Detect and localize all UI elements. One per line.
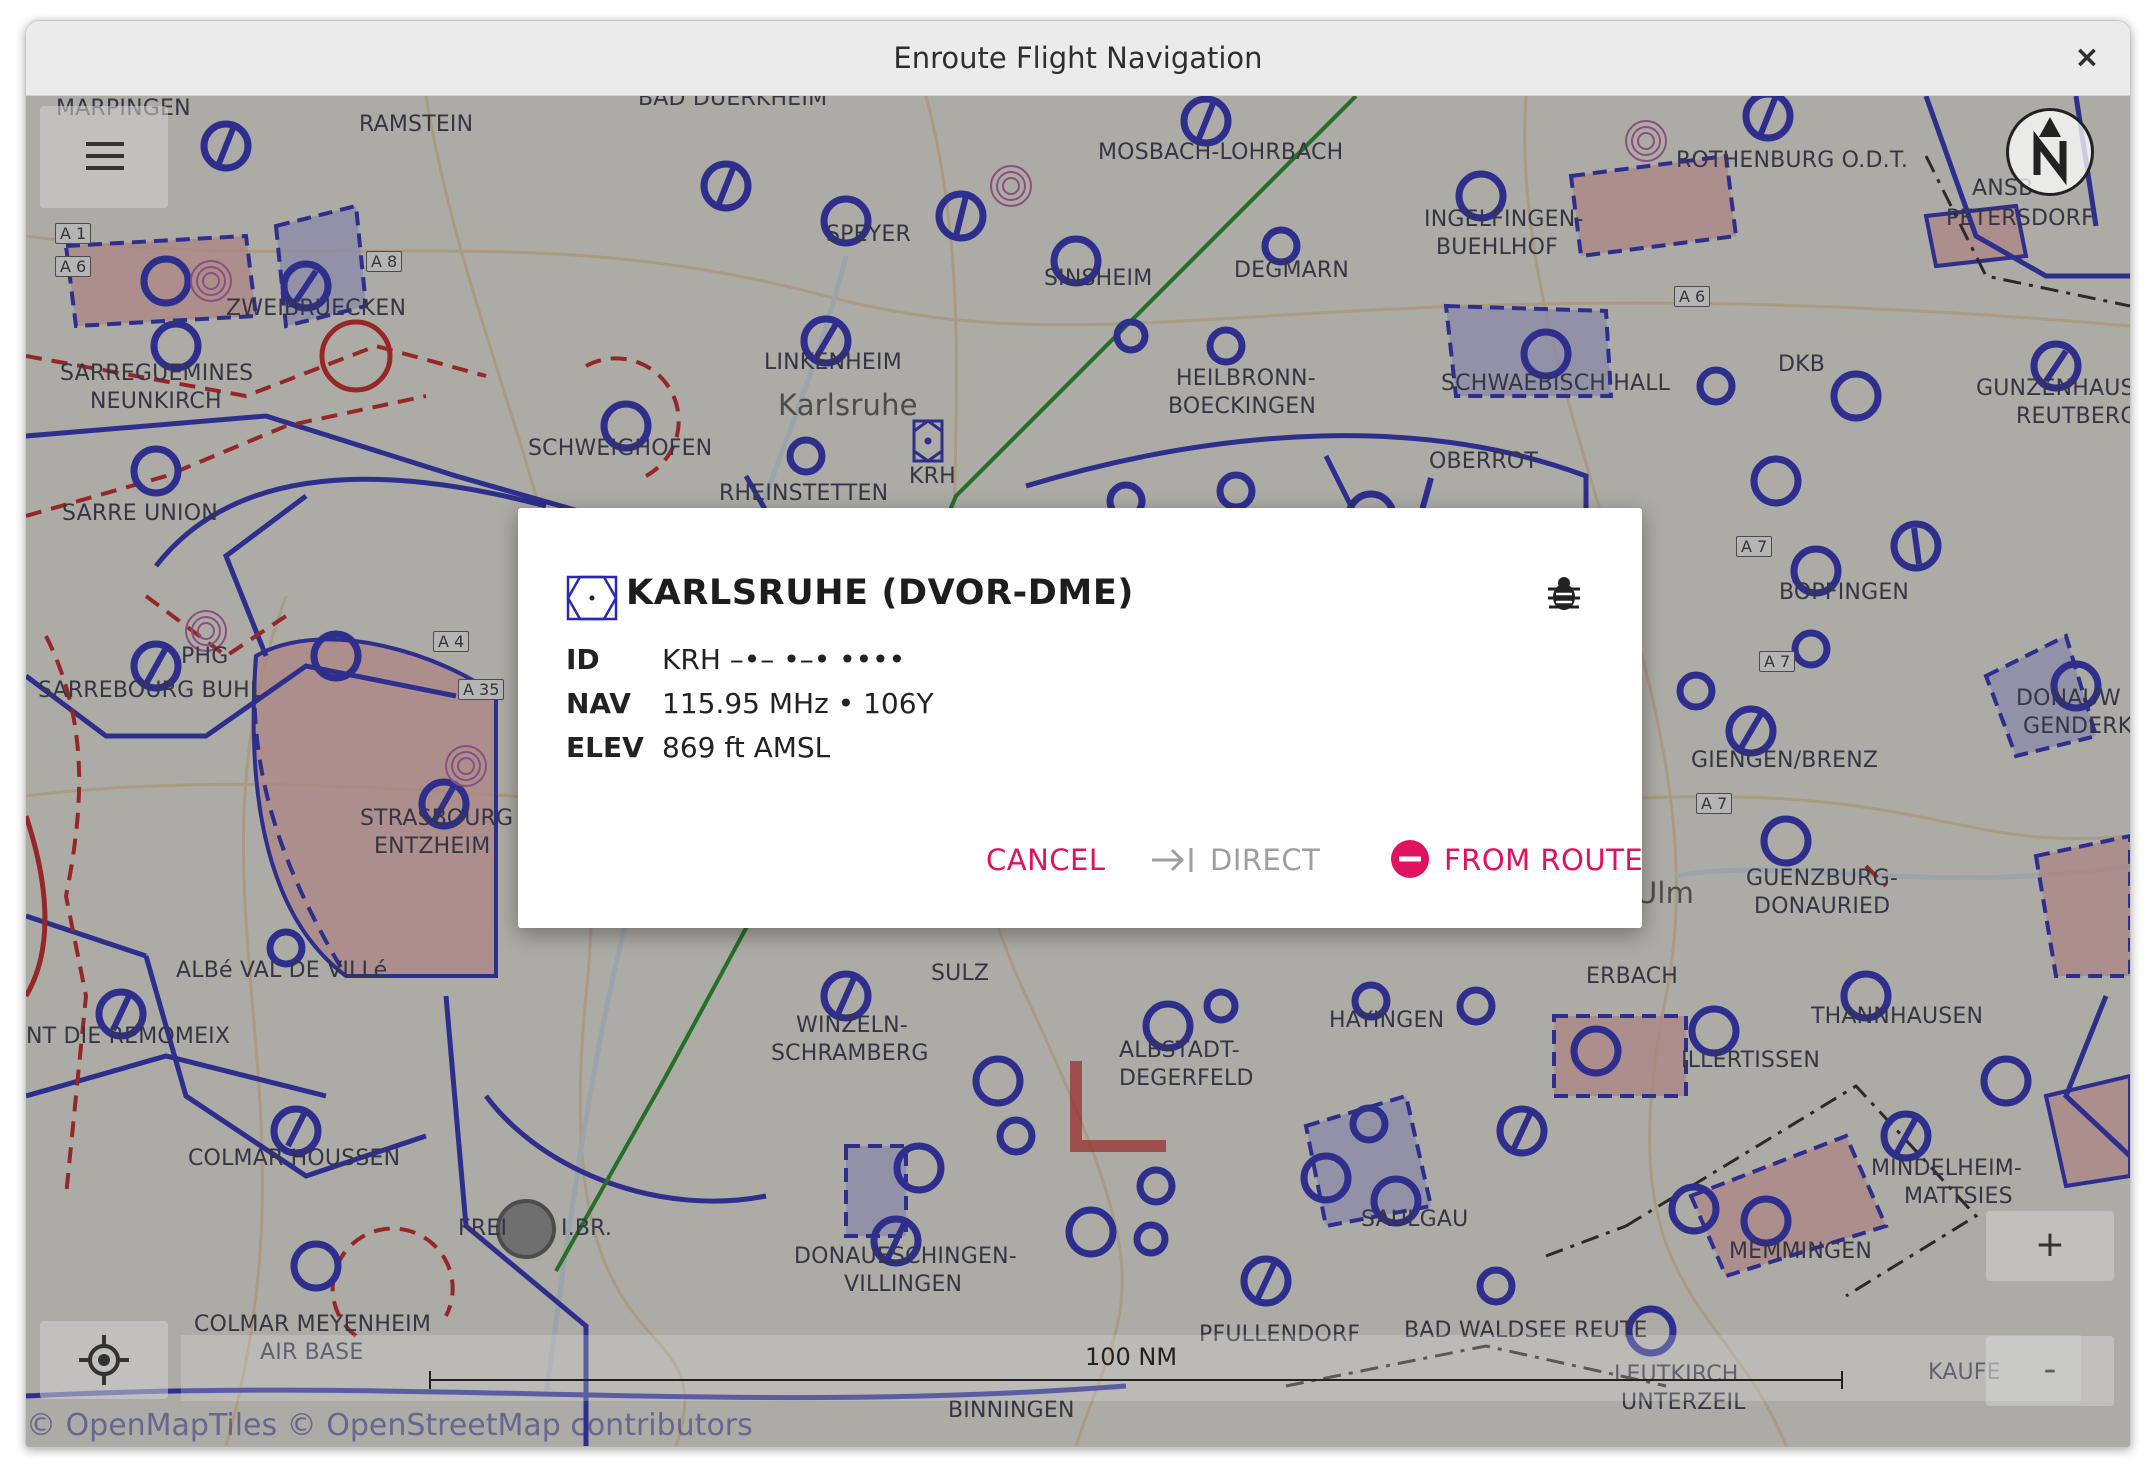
scale-line — [429, 1379, 1843, 1381]
menu-button[interactable] — [40, 106, 168, 208]
cancel-button[interactable]: CANCEL — [986, 835, 1106, 885]
info-row-id: ID KRH –•– •–• •••• — [566, 643, 905, 676]
menu-icon-bar — [86, 166, 124, 170]
info-row-elev: ELEV 869 ft AMSL — [566, 731, 830, 764]
scale-tick-left — [429, 1371, 431, 1389]
scale-bar: 100 NM — [181, 1335, 2081, 1401]
info-value: KRH –•– •–• •••• — [662, 643, 906, 676]
menu-icon — [86, 142, 124, 146]
scale-label: 100 NM — [1084, 1343, 1178, 1371]
north-compass-button[interactable] — [2006, 108, 2094, 196]
vor-dme-icon — [566, 575, 618, 625]
locate-button[interactable] — [40, 1321, 168, 1399]
scale-tick-right — [1841, 1371, 1843, 1389]
title-bar: Enroute Flight Navigation × — [26, 21, 2130, 96]
window-title: Enroute Flight Navigation — [893, 41, 1263, 75]
remove-from-route-button[interactable]: FROM ROUTE — [1390, 835, 1643, 885]
from-route-label: FROM ROUTE — [1444, 843, 1644, 877]
zoom-in-button[interactable]: + — [1986, 1211, 2114, 1281]
minus-circle-icon — [1391, 840, 1429, 878]
direct-to-icon — [1152, 848, 1193, 872]
direct-label: DIRECT — [1210, 843, 1321, 877]
bug-report-icon[interactable] — [1544, 574, 1584, 618]
close-button[interactable]: × — [2068, 39, 2106, 77]
dialog-title: KARLSRUHE (DVOR-DME) — [626, 573, 1134, 613]
direct-button[interactable]: DIRECT — [1150, 835, 1320, 885]
info-key: NAV — [566, 687, 631, 720]
info-value: 115.95 MHz • 106Y — [662, 687, 934, 720]
compass-north-icon — [2033, 117, 2067, 186]
menu-icon-bar — [86, 154, 124, 158]
crosshair-icon — [79, 1335, 129, 1385]
info-value: 869 ft AMSL — [662, 731, 831, 764]
app-window: Enroute Flight Navigation × RAMSTEIN BAD… — [25, 20, 2131, 1448]
waypoint-dialog: KARLSRUHE (DVOR-DME) ID KRH –•– •–• •••• … — [518, 508, 1643, 928]
info-key: ELEV — [566, 731, 644, 764]
info-row-nav: NAV 115.95 MHz • 106Y — [566, 687, 934, 720]
info-key: ID — [566, 643, 600, 676]
